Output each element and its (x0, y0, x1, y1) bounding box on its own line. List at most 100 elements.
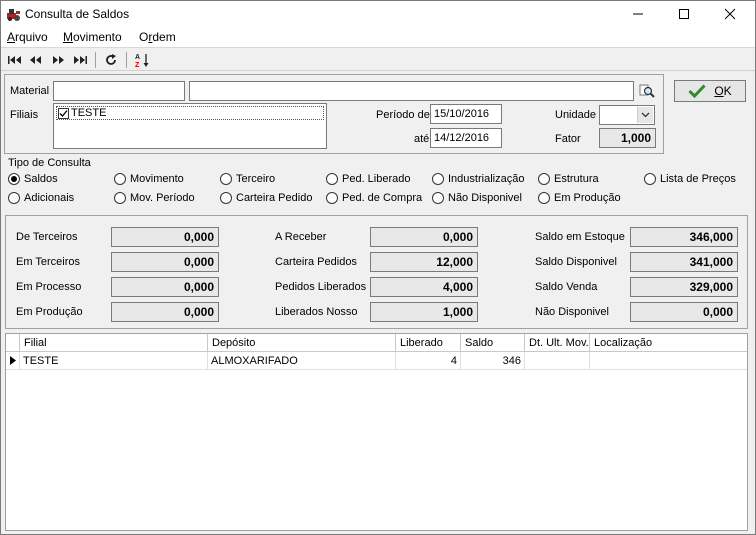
minimize-button[interactable] (615, 1, 661, 27)
radio-option[interactable]: Carteira Pedido (220, 192, 312, 204)
radio-option[interactable]: Industrialização (432, 173, 524, 185)
search-icon (639, 84, 655, 98)
refresh-button[interactable] (101, 51, 121, 69)
radio-option[interactable]: Terceiro (220, 173, 275, 185)
ok-button[interactable]: OK (674, 80, 746, 102)
last-icon (74, 56, 87, 64)
total-label: De Terceiros (16, 231, 78, 243)
menu-ordem[interactable]: Ordem (139, 30, 176, 44)
cell-dt-ult-mov[interactable] (525, 352, 590, 370)
saldos-grid[interactable]: Filial Depósito Liberado Saldo Dt. Ult. … (5, 333, 748, 531)
radio-option-label: Lista de Preços (660, 173, 736, 185)
grid-header-dt-ult-mov[interactable]: Dt. Ult. Mov. (525, 334, 590, 352)
material-search-button[interactable] (639, 83, 655, 99)
radio-button-icon[interactable] (326, 192, 338, 204)
window: Consulta de Saldos Arquivo Movimento Ord… (0, 0, 756, 535)
menu-movimento-label: ovimento (73, 30, 122, 44)
fator-label: Fator (555, 133, 581, 145)
filial-item-teste[interactable]: TESTE (56, 106, 324, 120)
filiais-list[interactable]: TESTE (53, 103, 327, 149)
periodo-ate-input[interactable]: 14/12/2016 (430, 128, 502, 148)
grid-header-filial[interactable]: Filial (20, 334, 208, 352)
cell-saldo[interactable]: 346 (461, 352, 525, 370)
toolbar: A Z (1, 47, 755, 71)
menu-movimento[interactable]: Movimento (63, 30, 122, 44)
periodo-de-label: Período de (376, 109, 430, 121)
app-icon (7, 9, 20, 21)
sort-button[interactable]: A Z (132, 51, 152, 69)
radio-button-icon[interactable] (220, 173, 232, 185)
total-label: Liberados Nosso (275, 306, 358, 318)
radio-option[interactable]: Movimento (114, 173, 184, 185)
total-label: Saldo em Estoque (535, 231, 625, 243)
ok-button-label: K (723, 84, 732, 98)
grid-header-deposito[interactable]: Depósito (208, 334, 396, 352)
total-value: 0,000 (111, 252, 219, 272)
radio-option[interactable]: Saldos (8, 173, 58, 185)
radio-button-icon[interactable] (114, 173, 126, 185)
cell-filial[interactable]: TESTE (20, 352, 208, 370)
sort-az-icon: A Z (135, 54, 149, 68)
last-record-button[interactable] (70, 51, 90, 69)
maximize-icon (679, 9, 689, 19)
prev-record-button[interactable] (26, 51, 46, 69)
radio-option[interactable]: Não Disponivel (432, 192, 522, 204)
close-button[interactable] (707, 1, 753, 27)
material-description-input[interactable] (189, 81, 634, 101)
radio-option[interactable]: Ped. de Compra (326, 192, 422, 204)
total-label: Em Processo (16, 281, 82, 293)
radio-option[interactable]: Adicionais (8, 192, 74, 204)
total-label: Saldo Venda (535, 281, 598, 293)
radio-button-icon[interactable] (432, 173, 444, 185)
unidade-select[interactable] (599, 105, 655, 125)
check-icon (688, 84, 706, 98)
total-value: 341,000 (630, 252, 738, 272)
total-label: Carteira Pedidos (275, 256, 357, 268)
unidade-dropdown-button[interactable] (637, 107, 653, 123)
radio-option[interactable]: Lista de Preços (644, 173, 736, 185)
menu-bar: Arquivo Movimento Ordem (1, 27, 755, 47)
maximize-button[interactable] (661, 1, 707, 27)
menu-ordem-label: dem (152, 30, 176, 44)
total-label: Em Terceiros (16, 256, 80, 268)
svg-text:A: A (135, 54, 140, 61)
radio-button-icon[interactable] (8, 173, 20, 185)
first-record-button[interactable] (5, 51, 25, 69)
periodo-de-input[interactable]: 15/10/2016 (430, 104, 502, 124)
cell-localizacao[interactable] (590, 352, 747, 370)
prev-icon (30, 56, 41, 64)
radio-button-icon[interactable] (538, 173, 550, 185)
periodo-ate-label: até (414, 133, 430, 145)
menu-arquivo[interactable]: Arquivo (7, 30, 48, 44)
current-row-arrow-icon (9, 356, 16, 365)
close-icon (724, 8, 736, 20)
radio-button-icon[interactable] (220, 192, 232, 204)
material-code-input[interactable] (53, 81, 185, 101)
fator-value: 1,000 (599, 128, 656, 148)
tipo-consulta-label: Tipo de Consulta (8, 157, 91, 169)
grid-indicator-header (6, 334, 20, 352)
total-value: 0,000 (111, 302, 219, 322)
grid-header-localizacao[interactable]: Localização (590, 334, 747, 352)
radio-button-icon[interactable] (538, 192, 550, 204)
radio-option[interactable]: Ped. Liberado (326, 173, 411, 185)
checkbox-checked-icon[interactable] (58, 107, 69, 119)
grid-header-saldo[interactable]: Saldo (461, 334, 525, 352)
grid-header-liberado[interactable]: Liberado (396, 334, 461, 352)
menu-ordem-pre: O (139, 30, 149, 44)
svg-text:Z: Z (135, 62, 140, 68)
radio-option[interactable]: Em Produção (538, 192, 621, 204)
next-record-button[interactable] (48, 51, 68, 69)
radio-button-icon[interactable] (114, 192, 126, 204)
cell-deposito[interactable]: ALMOXARIFADO (208, 352, 396, 370)
radio-button-icon[interactable] (644, 173, 656, 185)
cell-liberado[interactable]: 4 (396, 352, 461, 370)
radio-button-icon[interactable] (432, 192, 444, 204)
radio-option[interactable]: Estrutura (538, 173, 599, 185)
radio-option-label: Terceiro (236, 173, 276, 185)
radio-button-icon[interactable] (326, 173, 338, 185)
radio-option[interactable]: Mov. Período (114, 192, 195, 204)
radio-button-icon[interactable] (8, 192, 20, 204)
radio-option-label: Em Produção (554, 192, 621, 204)
menu-movimento-mnemonic: M (63, 30, 73, 44)
